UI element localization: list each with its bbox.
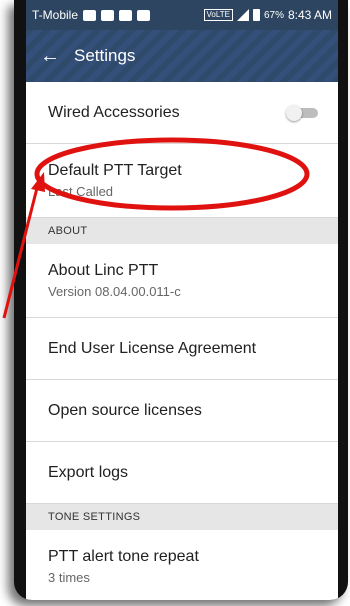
section-header-tone-settings: TONE SETTINGS bbox=[26, 504, 338, 530]
carrier-label: T-Mobile bbox=[32, 8, 79, 22]
app-toolbar: ← Settings bbox=[26, 30, 338, 82]
clock: 8:43 AM bbox=[287, 8, 332, 22]
volte-badge: VoLTE bbox=[203, 9, 233, 21]
setting-eula[interactable]: End User License Agreement bbox=[26, 318, 338, 380]
setting-title: Open source licenses bbox=[48, 401, 202, 419]
setting-title: Wired Accessories bbox=[48, 103, 180, 121]
toggle-thumb bbox=[286, 104, 302, 121]
setting-subtitle: Last Called bbox=[48, 184, 114, 199]
notification-icon bbox=[101, 9, 115, 21]
message-icon bbox=[83, 9, 97, 21]
setting-title: About Linc PTT bbox=[48, 262, 159, 279]
setting-export-logs[interactable]: Export logs bbox=[26, 442, 338, 504]
phone-frame: T-Mobile VoLTE 67% 8:43 AM ← Settings Wi… bbox=[14, 0, 348, 600]
setting-title: Export logs bbox=[48, 463, 129, 481]
phone-screen: T-Mobile VoLTE 67% 8:43 AM ← Settings Wi… bbox=[26, 0, 338, 600]
signal-icon bbox=[236, 9, 249, 21]
setting-default-ptt-target[interactable]: Default PTT Target Last Called bbox=[26, 144, 338, 218]
battery-percent: 67% bbox=[263, 9, 284, 21]
setting-title: PTT alert tone repeat bbox=[48, 548, 199, 565]
setting-open-source-licenses[interactable]: Open source licenses bbox=[26, 380, 338, 442]
page-title: Settings bbox=[74, 46, 136, 65]
setting-ptt-alert-tone-repeat[interactable]: PTT alert tone repeat 3 times bbox=[26, 530, 338, 600]
arrow-left-icon[interactable]: ← bbox=[40, 46, 66, 66]
notification-icon-3 bbox=[137, 9, 151, 21]
section-header-about: ABOUT bbox=[26, 218, 338, 244]
status-bar: T-Mobile VoLTE 67% 8:43 AM bbox=[26, 0, 338, 30]
battery-icon bbox=[252, 9, 260, 21]
setting-wired-accessories[interactable]: Wired Accessories bbox=[26, 82, 338, 144]
setting-title: Default PTT Target bbox=[48, 162, 182, 179]
wired-accessories-toggle[interactable] bbox=[286, 104, 318, 121]
notification-icon-2 bbox=[119, 9, 133, 21]
setting-subtitle: Version 08.04.00.011-c bbox=[48, 284, 181, 299]
setting-about-app[interactable]: About Linc PTT Version 08.04.00.011-c bbox=[26, 244, 338, 318]
setting-subtitle: 3 times bbox=[48, 570, 90, 585]
setting-title: End User License Agreement bbox=[48, 339, 257, 357]
